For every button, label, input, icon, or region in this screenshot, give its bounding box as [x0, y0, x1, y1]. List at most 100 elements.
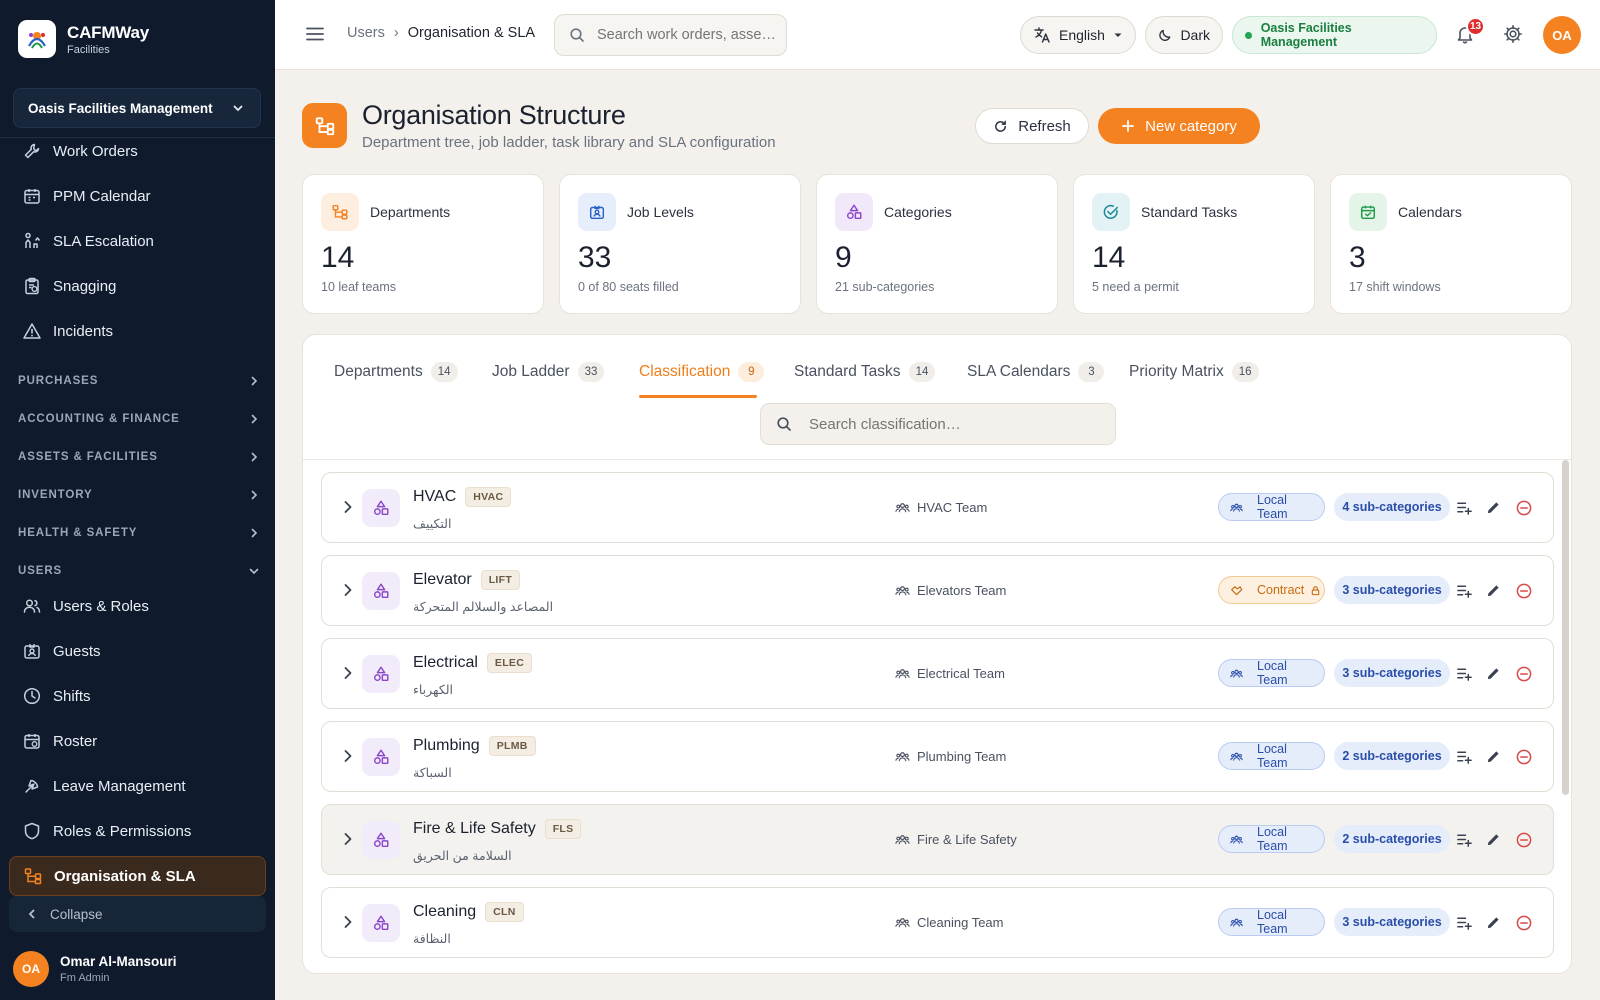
category-row-elec[interactable]: Electrical ELEC الكهرباء Electrical Team…	[321, 638, 1554, 709]
classification-search[interactable]	[760, 403, 1116, 445]
sub-categories-chip[interactable]: 3 sub-categories	[1334, 659, 1450, 687]
category-icon	[362, 572, 400, 610]
sidebar-item-label: Organisation & SLA	[54, 867, 196, 885]
edit-icon[interactable]	[1485, 831, 1502, 848]
category-row-plmb[interactable]: Plumbing PLMB السباكة Plumbing Team Loca…	[321, 721, 1554, 792]
tab-standard-tasks[interactable]: Standard Tasks 14	[794, 355, 936, 389]
sidebar-item-guests[interactable]: Guests	[9, 631, 266, 671]
nav-section-health-safety[interactable]: HEALTH & SAFETY	[18, 522, 260, 544]
sidebar-item-shifts[interactable]: Shifts	[9, 676, 266, 716]
nav-section-purchases[interactable]: PURCHASES	[18, 370, 260, 392]
sidebar-item-leave-management[interactable]: Leave Management	[9, 766, 266, 806]
category-row-cln[interactable]: Cleaning CLN النظافة Cleaning Team Local…	[321, 887, 1554, 958]
assignment-type-chip[interactable]: Local Team	[1218, 742, 1325, 770]
remove-icon[interactable]	[1515, 914, 1533, 932]
classification-search-input[interactable]	[809, 415, 1099, 433]
stat-card-calendars[interactable]: Calendars 3 17 shift windows	[1330, 174, 1572, 314]
chevron-right-icon[interactable]	[341, 499, 355, 515]
add-subcategory-icon[interactable]	[1456, 748, 1473, 765]
remove-icon[interactable]	[1515, 499, 1533, 517]
nav-section-users[interactable]: USERS	[18, 560, 260, 582]
assignment-type-chip[interactable]: Local Team	[1218, 825, 1325, 853]
category-row-lift[interactable]: Elevator LIFT المصاعد والسلالم المتحركة …	[321, 555, 1554, 626]
sub-categories-chip[interactable]: 3 sub-categories	[1334, 908, 1450, 936]
nav-section-accounting-finance[interactable]: ACCOUNTING & FINANCE	[18, 408, 260, 430]
sidebar-item-snagging[interactable]: Snagging	[9, 266, 266, 306]
sidebar-item-roles-permissions[interactable]: Roles & Permissions	[9, 811, 266, 851]
org-status-pill[interactable]: Oasis Facilities Management	[1232, 16, 1437, 54]
language-selector[interactable]: English	[1020, 16, 1136, 54]
add-subcategory-icon[interactable]	[1456, 831, 1473, 848]
collapse-button[interactable]: Collapse	[9, 896, 266, 932]
global-search[interactable]	[554, 14, 787, 56]
tab-priority-matrix[interactable]: Priority Matrix 16	[1129, 355, 1259, 389]
gear-icon[interactable]	[1503, 24, 1523, 44]
assignment-type-chip[interactable]: Local Team	[1218, 659, 1325, 687]
add-subcategory-icon[interactable]	[1456, 499, 1473, 516]
sub-categories-chip[interactable]: 2 sub-categories	[1334, 742, 1450, 770]
add-subcategory-icon[interactable]	[1456, 665, 1473, 682]
sub-categories-chip[interactable]: 4 sub-categories	[1334, 493, 1450, 521]
edit-icon[interactable]	[1485, 665, 1502, 682]
chevron-right-icon[interactable]	[341, 831, 355, 847]
remove-icon[interactable]	[1515, 665, 1533, 683]
chevron-right-icon[interactable]	[341, 748, 355, 764]
edit-icon[interactable]	[1485, 499, 1502, 516]
remove-icon[interactable]	[1515, 582, 1533, 600]
edit-icon[interactable]	[1485, 748, 1502, 765]
brand[interactable]: CAFMWay Facilities	[18, 20, 149, 58]
org-selector-value: Oasis Facilities Management	[28, 100, 213, 116]
page-title: Organisation Structure	[362, 100, 626, 130]
chevron-right-icon	[251, 376, 258, 386]
avatar[interactable]: OA	[1543, 16, 1581, 54]
chevron-right-icon[interactable]	[341, 914, 355, 930]
sidebar-user-card[interactable]: OA Omar Al-Mansouri Fm Admin	[13, 951, 177, 987]
scrollbar[interactable]	[1562, 460, 1569, 795]
remove-icon[interactable]	[1515, 831, 1533, 849]
sidebar-item-ppm-calendar[interactable]: PPM Calendar	[9, 176, 266, 216]
add-subcategory-icon[interactable]	[1456, 914, 1473, 931]
theme-toggle[interactable]: Dark	[1145, 16, 1223, 54]
stat-card-job-levels[interactable]: Job Levels 33 0 of 80 seats filled	[559, 174, 801, 314]
stat-card-departments[interactable]: Departments 14 10 leaf teams	[302, 174, 544, 314]
stat-label: Calendars	[1398, 204, 1462, 220]
assignment-type-chip[interactable]: Contract	[1218, 576, 1325, 604]
tab-sla-calendars[interactable]: SLA Calendars 3	[967, 355, 1105, 389]
global-search-input[interactable]	[597, 27, 777, 43]
stat-card-categories[interactable]: Categories 9 21 sub-categories	[816, 174, 1058, 314]
edit-icon[interactable]	[1485, 582, 1502, 599]
sub-categories-chip[interactable]: 2 sub-categories	[1334, 825, 1450, 853]
clock-icon	[23, 687, 41, 705]
users-icon	[23, 599, 41, 613]
category-row-fls[interactable]: Fire & Life Safety FLS السلامة من الحريق…	[321, 804, 1554, 875]
remove-icon[interactable]	[1515, 748, 1533, 766]
sidebar-item-roster[interactable]: Roster	[9, 721, 266, 761]
sidebar-item-users-roles[interactable]: Users & Roles	[9, 586, 266, 626]
chevron-right-icon[interactable]	[341, 665, 355, 681]
category-row-hvac[interactable]: HVAC HVAC التكييف HVAC Team Local Team 4…	[321, 472, 1554, 543]
breadcrumb-users[interactable]: Users	[347, 25, 385, 41]
refresh-button[interactable]: Refresh	[975, 108, 1089, 144]
tab-label: Standard Tasks	[794, 363, 901, 380]
add-subcategory-icon[interactable]	[1456, 582, 1473, 599]
assignment-type-chip[interactable]: Local Team	[1218, 908, 1325, 936]
menu-icon[interactable]	[305, 24, 325, 44]
nav-section-assets-facilities[interactable]: ASSETS & FACILITIES	[18, 446, 260, 468]
tab-job-ladder[interactable]: Job Ladder 33	[492, 355, 605, 389]
tab-departments[interactable]: Departments 14	[334, 355, 458, 389]
sidebar-item-work-orders[interactable]: Work Orders	[9, 131, 266, 171]
new-category-button[interactable]: New category	[1098, 108, 1260, 144]
nav-section-inventory[interactable]: INVENTORY	[18, 484, 260, 506]
nav-section-label: USERS	[18, 565, 63, 577]
sidebar-item-sla-escalation[interactable]: SLA Escalation	[9, 221, 266, 261]
sub-categories-chip[interactable]: 3 sub-categories	[1334, 576, 1450, 604]
chevron-right-icon[interactable]	[341, 582, 355, 598]
org-selector[interactable]: Oasis Facilities Management	[13, 88, 261, 128]
sidebar-item-incidents[interactable]: Incidents	[9, 311, 266, 351]
category-team: Plumbing Team	[895, 749, 1006, 764]
edit-icon[interactable]	[1485, 914, 1502, 931]
assignment-type-chip[interactable]: Local Team	[1218, 493, 1325, 521]
sidebar-item-organisation-sla[interactable]: Organisation & SLA	[9, 856, 266, 896]
tab-classification[interactable]: Classification 9	[639, 355, 765, 389]
stat-card-standard-tasks[interactable]: Standard Tasks 14 5 need a permit	[1073, 174, 1315, 314]
